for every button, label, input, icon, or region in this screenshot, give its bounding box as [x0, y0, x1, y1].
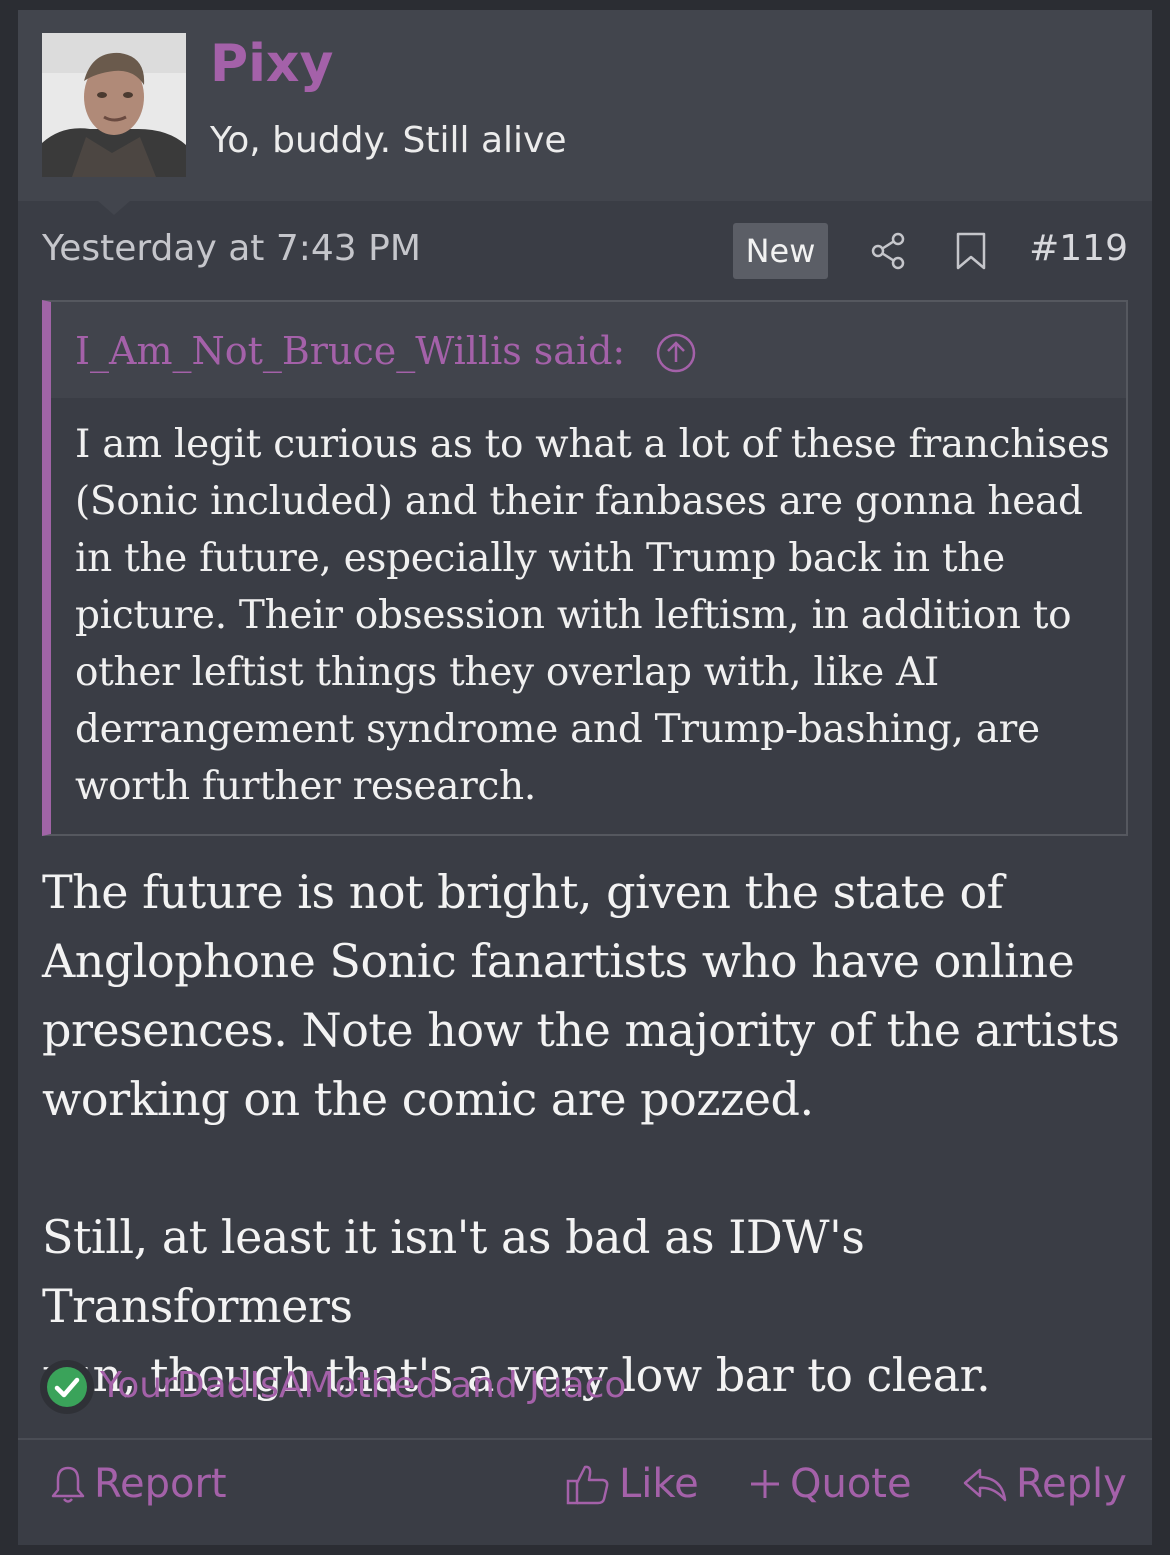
plus-icon [751, 1470, 779, 1498]
quote-author[interactable]: I_Am_Not_Bruce_Willis said: [75, 332, 625, 370]
quote-label: Quote [790, 1461, 912, 1507]
user-title: Yo, buddy. Still alive [210, 120, 567, 161]
header-arrow [98, 201, 130, 215]
quote-header: I_Am_Not_Bruce_Willis said: [51, 302, 1126, 398]
like-label: Like [619, 1461, 699, 1507]
avatar-image [42, 33, 186, 177]
report-button[interactable]: Report [50, 1460, 227, 1508]
reply-label: Reply [1016, 1461, 1127, 1507]
quote-button[interactable]: Quote [748, 1460, 912, 1508]
post-number[interactable]: #119 [1029, 231, 1128, 267]
quote-block: I_Am_Not_Bruce_Willis said: I am legit c… [42, 300, 1128, 836]
footer-divider [18, 1438, 1152, 1440]
checkmark-icon [40, 1360, 94, 1414]
bell-icon [51, 1466, 85, 1503]
post-paragraph: The future is not bright, given the stat… [42, 865, 1120, 1126]
avatar[interactable] [42, 33, 186, 177]
bookmark-icon[interactable] [954, 231, 988, 275]
thumbs-up-icon [566, 1465, 609, 1505]
like-button[interactable]: Like [565, 1460, 699, 1508]
post-date[interactable]: Yesterday at 7:43 PM [42, 231, 421, 267]
post: Pixy Yo, buddy. Still alive Yesterday at… [18, 10, 1152, 1545]
jump-to-quote-icon[interactable] [655, 332, 697, 378]
username[interactable]: Pixy [210, 38, 333, 90]
report-label: Report [94, 1461, 227, 1507]
post-meta: Yesterday at 7:43 PM New #119 [18, 223, 1152, 283]
reply-icon [963, 1468, 1007, 1502]
quote-text: I am legit curious as to what a lot of t… [75, 422, 1110, 809]
post-content: The future is not bright, given the stat… [42, 858, 1132, 1410]
reply-button[interactable]: Reply [962, 1460, 1127, 1508]
user-header: Pixy Yo, buddy. Still alive [18, 10, 1152, 201]
new-badge: New [733, 223, 828, 279]
reaction-users[interactable]: YourDadIsAMothed and Juaco [100, 1368, 626, 1404]
share-icon[interactable] [868, 231, 908, 275]
